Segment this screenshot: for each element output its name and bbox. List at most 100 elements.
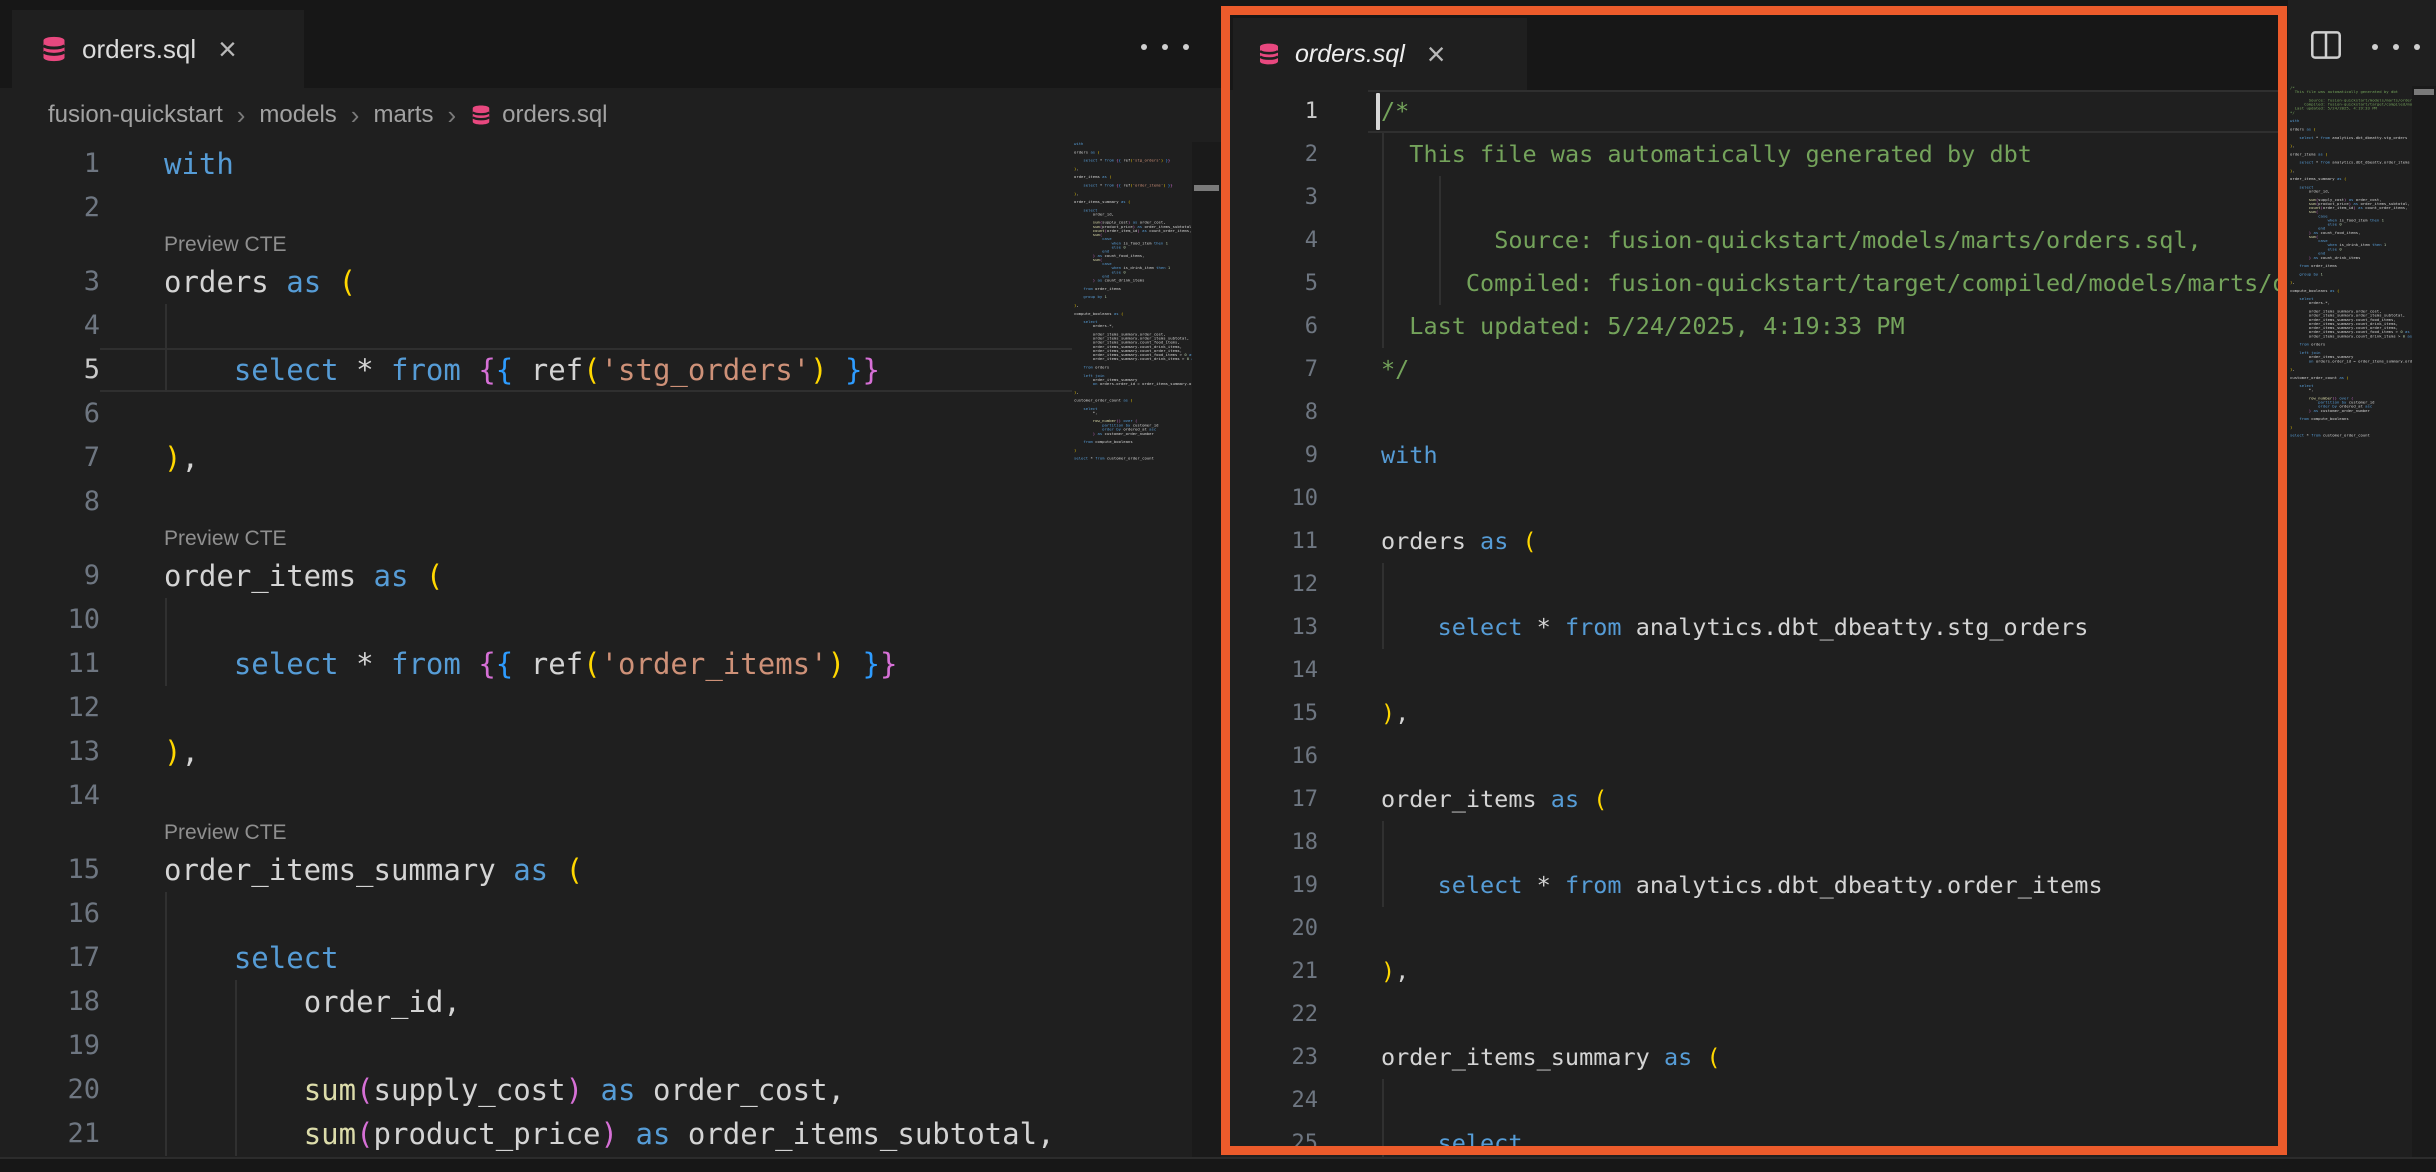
- line-number: 19: [0, 1024, 100, 1068]
- line-number: 22: [1230, 993, 1318, 1036]
- code-line[interactable]: Source: fusion-quickstart/models/marts/o…: [1381, 219, 2202, 262]
- tab-label: orders.sql: [82, 34, 196, 65]
- text-cursor: [1376, 93, 1380, 130]
- line-number: 8: [0, 480, 100, 524]
- line-number: 6: [0, 392, 100, 436]
- code-line[interactable]: Last updated: 5/24/2025, 4:19:33 PM: [1381, 305, 1905, 348]
- line-number: 24: [1230, 1079, 1318, 1122]
- line-number: 12: [1230, 563, 1318, 606]
- line-number: 11: [0, 642, 100, 686]
- indent-guide: [235, 1024, 237, 1068]
- breadcrumb-item-models[interactable]: models: [259, 101, 336, 129]
- code-line[interactable]: sum(product_price) as order_items_subtot…: [164, 1112, 1055, 1156]
- line-number: 15: [0, 848, 100, 892]
- more-actions-icon[interactable]: [2372, 44, 2420, 50]
- codelens-preview-cte[interactable]: Preview CTE: [164, 524, 287, 554]
- line-number: 2: [0, 186, 100, 230]
- code-line[interactable]: select * from {{ ref('order_items') }}: [164, 642, 897, 686]
- left-minimap[interactable]: withorders as ( select * from {{ ref('st…: [1074, 142, 1192, 1157]
- code-line[interactable]: order_items_summary as (: [164, 848, 583, 892]
- code-line[interactable]: select * from analytics.dbt_dbeatty.stg_…: [1381, 606, 2088, 649]
- line-number: 7: [1230, 348, 1318, 391]
- minimap-content: /* This file was automatically generated…: [2290, 86, 2327, 438]
- code-line[interactable]: order_items_summary as (: [1381, 1036, 1721, 1079]
- line-number: 13: [1230, 606, 1318, 649]
- overview-cursor-marker: [2414, 89, 2434, 95]
- code-line[interactable]: This file was automatically generated by…: [1381, 133, 2032, 176]
- indent-guide: [165, 304, 167, 348]
- database-icon: [40, 35, 68, 63]
- line-number: 16: [1230, 735, 1318, 778]
- current-line-highlight: [1368, 90, 2284, 133]
- code-line[interactable]: select * from analytics.dbt_dbeatty.orde…: [1381, 864, 2103, 907]
- code-line[interactable]: ),: [164, 730, 199, 774]
- code-line[interactable]: orders as (: [164, 260, 356, 304]
- chevron-right-icon: ›: [237, 100, 246, 131]
- code-line[interactable]: order_id,: [164, 980, 461, 1024]
- code-line[interactable]: sum(supply_cost) as order_cost,: [164, 1068, 845, 1112]
- left-editor[interactable]: 1with23orders as (45 select * from {{ re…: [0, 142, 1072, 1157]
- line-number: 10: [1230, 477, 1318, 520]
- vscode-window: orders.sql × fusion-quickstart › models …: [0, 0, 2436, 1172]
- line-number: 14: [0, 774, 100, 818]
- code-line[interactable]: orders as (: [1381, 520, 1537, 563]
- code-line[interactable]: with: [1381, 434, 1438, 477]
- indent-guide: [1439, 176, 1441, 219]
- more-actions-icon[interactable]: [1141, 44, 1189, 50]
- line-number: 4: [0, 304, 100, 348]
- code-line[interactable]: order_items as (: [1381, 778, 1607, 821]
- line-number: 2: [1230, 133, 1318, 176]
- database-icon: [470, 104, 492, 126]
- tab-orders-sql-left[interactable]: orders.sql ×: [12, 10, 304, 88]
- left-overview-ruler[interactable]: [1192, 142, 1221, 1157]
- breadcrumb-item-file[interactable]: orders.sql: [502, 101, 607, 129]
- code-line[interactable]: select: [1381, 1122, 1522, 1157]
- indent-guide: [1382, 176, 1384, 219]
- chevron-right-icon: ›: [447, 100, 456, 131]
- code-line[interactable]: ),: [1381, 692, 1409, 735]
- indent-guide: [1382, 821, 1384, 864]
- code-line[interactable]: */: [1381, 348, 1409, 391]
- breadcrumb-item-project[interactable]: fusion-quickstart: [48, 101, 223, 129]
- tab-orders-sql-right[interactable]: orders.sql ×: [1233, 18, 1527, 90]
- right-minimap[interactable]: /* This file was automatically generated…: [2290, 86, 2412, 1157]
- split-editor-icon[interactable]: [2310, 29, 2342, 66]
- code-line[interactable]: ),: [1381, 950, 1409, 993]
- close-icon[interactable]: ×: [1427, 38, 1446, 70]
- breadcrumb-item-marts[interactable]: marts: [373, 101, 433, 129]
- line-number: 7: [0, 436, 100, 480]
- code-line[interactable]: ),: [164, 436, 199, 480]
- code-line[interactable]: select: [164, 936, 339, 980]
- line-number: 11: [1230, 520, 1318, 563]
- line-number: 12: [0, 686, 100, 730]
- line-number: 6: [1230, 305, 1318, 348]
- code-line[interactable]: with: [164, 142, 234, 186]
- line-number: 5: [0, 348, 100, 392]
- breadcrumb: fusion-quickstart › models › marts › ord…: [48, 88, 608, 142]
- tab-label: orders.sql: [1295, 40, 1405, 69]
- line-number: 13: [0, 730, 100, 774]
- line-number: 17: [0, 936, 100, 980]
- line-number: 14: [1230, 649, 1318, 692]
- close-icon[interactable]: ×: [218, 33, 237, 65]
- line-number: 23: [1230, 1036, 1318, 1079]
- indent-guide: [165, 598, 167, 642]
- code-line[interactable]: /*: [1381, 90, 1409, 133]
- code-line[interactable]: Compiled: fusion-quickstart/target/compi…: [1381, 262, 2284, 305]
- line-number: 16: [0, 892, 100, 936]
- overview-cursor-marker: [1194, 185, 1219, 191]
- indent-guide: [165, 892, 167, 936]
- codelens-preview-cte[interactable]: Preview CTE: [164, 818, 287, 848]
- code-line[interactable]: order_items as (: [164, 554, 443, 598]
- line-number: 18: [0, 980, 100, 1024]
- line-number: 8: [1230, 391, 1318, 434]
- line-number: 9: [0, 554, 100, 598]
- line-number: 10: [0, 598, 100, 642]
- line-number: 20: [1230, 907, 1318, 950]
- codelens-preview-cte[interactable]: Preview CTE: [164, 230, 287, 260]
- chevron-right-icon: ›: [351, 100, 360, 131]
- code-line[interactable]: select * from {{ ref('stg_orders') }}: [164, 348, 880, 392]
- right-editor[interactable]: 1/*2 This file was automatically generat…: [1230, 90, 2284, 1157]
- indent-guide: [165, 1024, 167, 1068]
- right-overview-ruler[interactable]: [2412, 86, 2436, 1157]
